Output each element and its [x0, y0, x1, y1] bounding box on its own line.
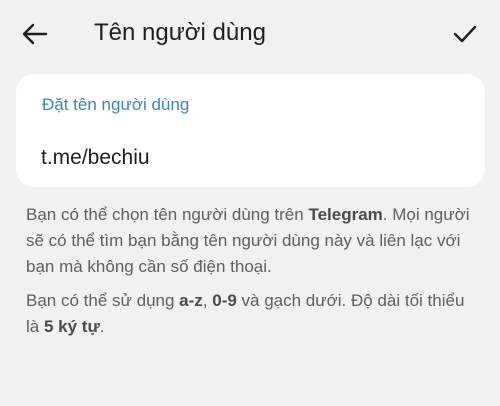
help-text-bold-min-length: 5 ký tự	[43, 317, 100, 336]
check-icon	[453, 25, 477, 43]
app-bar: Tên người dùng	[0, 0, 500, 66]
help-text-bold-09: 0-9	[212, 291, 237, 310]
help-text-paragraph-1: Bạn có thể chọn tên người dùng trên Tele…	[26, 202, 476, 280]
username-field-label: Đặt tên người dùng	[42, 95, 190, 114]
page-title: Tên người dùng	[94, 19, 266, 46]
back-button[interactable]	[18, 19, 52, 49]
help-text-segment: Bạn có thể chọn tên người dùng trên	[26, 205, 309, 224]
arrow-left-icon	[22, 23, 48, 45]
help-text-segment: ,	[202, 291, 213, 310]
username-input[interactable]	[41, 144, 461, 172]
help-text-segment: Bạn có thể sử dụng	[26, 291, 180, 310]
confirm-button[interactable]	[448, 19, 482, 49]
help-text-bold-az: a-z	[179, 291, 203, 310]
help-text-segment: .	[99, 317, 105, 336]
help-text-bold-telegram: Telegram	[308, 205, 383, 224]
help-text-paragraph-2: Bạn có thể sử dụng a-z, 0-9 và gạch dưới…	[26, 288, 476, 340]
username-card: Đặt tên người dùng	[16, 74, 485, 187]
